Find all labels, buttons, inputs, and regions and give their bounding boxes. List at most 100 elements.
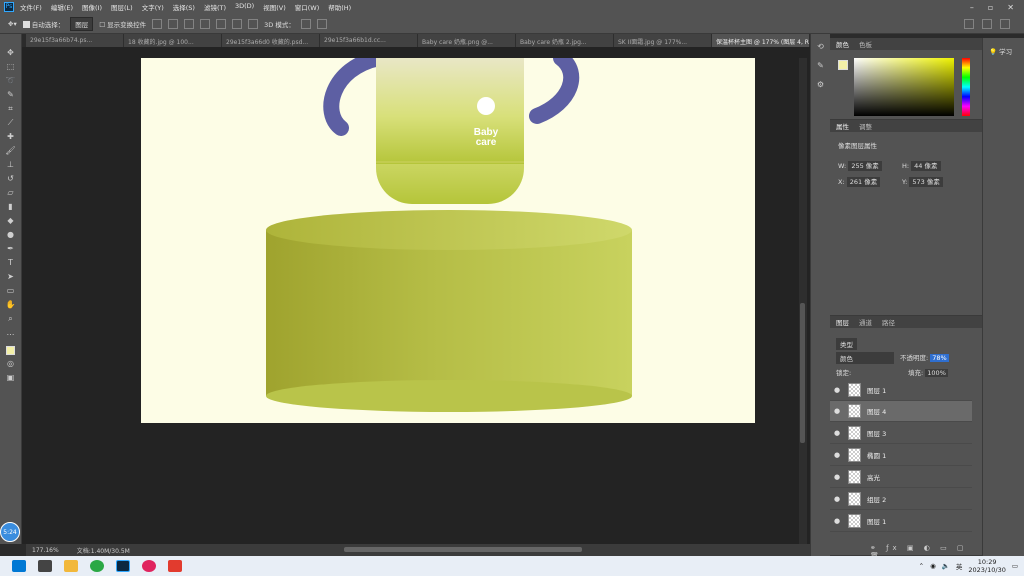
pan-3d-icon[interactable] [316,18,327,29]
eyedropper-icon[interactable]: ⟋ [5,118,16,128]
hand-icon[interactable]: ✋ [5,300,16,310]
zoom-readout[interactable]: 177.16% [32,547,59,554]
horizontal-scrollbar[interactable] [344,547,582,552]
menu-type[interactable]: 文字(Y) [142,2,164,12]
file-explorer-icon[interactable] [64,560,78,572]
tab-swatches[interactable]: 色板 [859,39,872,49]
browser-icon[interactable] [90,560,104,572]
windows-start-icon[interactable] [12,560,26,572]
layer-row-selected[interactable]: ● 图层 4 [830,401,972,422]
volume-icon[interactable]: 🔈 [942,562,950,570]
auto-select-checkbox[interactable]: 自动选择： [22,19,64,29]
lightbulb-icon[interactable]: 💡 [989,48,997,56]
y-input[interactable]: 573 像素 [909,177,943,187]
menu-select[interactable]: 选择(S) [173,2,195,12]
eraser-icon[interactable]: ▱ [5,188,16,198]
visibility-eye-icon[interactable]: ● [830,386,844,394]
auto-select-dropdown[interactable]: 图层 [70,16,94,31]
foreground-color-swatch[interactable] [6,346,15,355]
orbit-3d-icon[interactable] [300,18,311,29]
maximize-button[interactable]: ▫ [988,3,993,12]
quick-mask-icon[interactable]: ◎ [5,359,16,369]
minimize-button[interactable]: – [970,3,974,12]
menu-3d[interactable]: 3D(D) [235,2,254,12]
visibility-eye-icon[interactable]: ● [830,473,844,481]
menu-view[interactable]: 视图(V) [263,2,286,12]
share-icon[interactable] [1000,18,1010,29]
brush-icon[interactable]: 🖌 [5,146,16,156]
menu-filter[interactable]: 滤镜(T) [204,2,226,12]
visibility-eye-icon[interactable]: ● [830,429,844,437]
ime-indicator[interactable]: 英 [956,561,963,571]
menu-file[interactable]: 文件(F) [20,2,42,12]
healing-icon[interactable]: ✚ [5,132,16,142]
move-tool-icon[interactable]: ✥▾ [8,20,17,28]
fill-input[interactable]: 100% [925,369,948,377]
tab-channels[interactable]: 通道 [859,317,872,327]
layer-row[interactable]: ● 图层 3 [830,423,972,444]
align-right-icon[interactable] [232,18,243,29]
layer-row[interactable]: ● 图层 1 [830,380,972,401]
doc-tab-active[interactable]: 保温杯杯主图 @ 177% (图层 4, RGB/8#) * [712,34,810,47]
path-select-icon[interactable]: ➤ [5,272,16,282]
wps-taskbar-icon[interactable] [168,560,182,572]
menu-edit[interactable]: 编辑(E) [51,2,73,12]
close-button[interactable]: ✕ [1007,3,1014,12]
pen-icon[interactable]: ✒ [5,244,16,254]
workspace-icon[interactable] [982,18,992,29]
tab-adjustments[interactable]: 调整 [859,121,872,131]
dodge-icon[interactable]: ● [5,230,16,240]
doc-tab[interactable]: 29e15f3a66d0 收藏的.psd... [222,34,320,47]
doc-tab[interactable]: 18 收藏的.jpg @ 100... [124,34,222,47]
type-icon[interactable]: T [5,258,16,268]
quick-select-icon[interactable]: ✎ [5,90,16,100]
learn-label[interactable]: 学习 [999,48,1012,56]
fg-color-chip[interactable] [838,60,848,70]
doc-tab[interactable]: Baby care 奶瓶.png @... [418,34,516,47]
photoshop-taskbar-icon[interactable] [116,560,130,572]
more-tools-icon[interactable]: … [5,328,16,338]
crop-icon[interactable]: ⌗ [5,104,16,114]
layer-row[interactable]: ● 椭圆 1 [830,445,972,466]
screen-mode-icon[interactable]: ▣ [5,373,16,383]
tray-chevron-icon[interactable]: ⌃ [919,562,924,570]
clock[interactable]: 10:29 2023/10/30 [968,558,1005,574]
layer-row[interactable]: ● 图层 1 [830,511,972,532]
brush-settings-icon[interactable]: ✎ [817,61,824,70]
align-top-icon[interactable] [152,18,163,29]
menu-window[interactable]: 窗口(W) [295,2,320,12]
blend-mode-dropdown[interactable]: 颜色 [836,352,894,364]
stamp-icon[interactable]: ⊥ [5,160,16,170]
h-input[interactable]: 44 像素 [911,161,941,171]
recording-timer-badge[interactable]: 5:24 [0,522,20,542]
menu-image[interactable]: 图像(I) [82,2,102,12]
layer-row[interactable]: ● 高光 [830,467,972,488]
tab-layers[interactable]: 图层 [836,317,849,327]
w-input[interactable]: 255 像素 [848,161,882,171]
distribute-icon[interactable] [248,18,259,29]
doc-tab[interactable]: 29e15f3a66b1d.cc... [320,34,418,47]
history-icon[interactable]: ⟲ [817,42,824,51]
align-hcenter-icon[interactable] [216,18,227,29]
align-bottom-icon[interactable] [184,18,195,29]
blur-icon[interactable]: ◆ [5,216,16,226]
search-icon[interactable] [964,18,974,29]
doc-tab[interactable]: SK II面霜.jpg @ 177%... [614,34,712,47]
align-left-icon[interactable] [200,18,211,29]
tab-properties[interactable]: 属性 [836,121,849,131]
x-input[interactable]: 261 像素 [846,177,881,187]
menu-layer[interactable]: 图层(L) [111,2,133,12]
hue-slider[interactable] [962,58,970,116]
notification-icon[interactable]: ▭ [1012,562,1018,570]
app-taskbar-icon[interactable] [142,560,156,572]
color-picker-field[interactable] [854,58,954,116]
tab-paths[interactable]: 路径 [882,317,895,327]
layer-row[interactable]: ● 组层 2 [830,489,972,510]
move-icon[interactable]: ✥ [5,48,16,58]
opacity-input[interactable]: 78% [930,354,949,362]
network-icon[interactable]: ◉ [930,562,936,570]
shape-icon[interactable]: ▭ [5,286,16,296]
adjust-icon[interactable]: ⚙ [817,80,824,89]
layer-filter-dropdown[interactable]: 类型 [836,338,857,350]
visibility-eye-icon[interactable]: ● [830,451,844,459]
